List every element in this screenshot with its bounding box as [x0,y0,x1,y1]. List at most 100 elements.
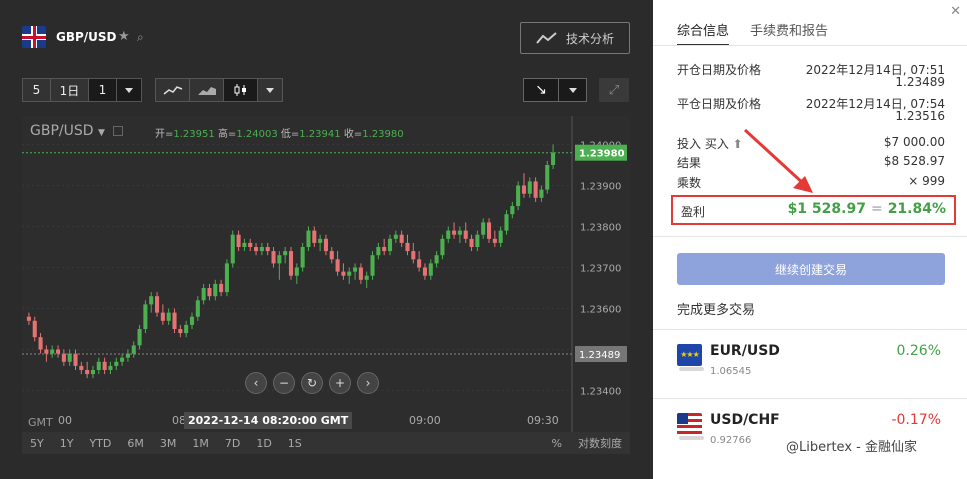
candle-body [452,230,457,235]
candle-body [300,247,305,268]
candle-body [551,152,556,165]
pair-change-usdchf: -0.17% [891,412,941,428]
candle-body [73,353,78,366]
more-trades-heading: 完成更多交易 [677,303,756,318]
range-1s[interactable]: 1S [280,437,310,450]
candle-body [318,238,323,243]
divider [653,398,967,399]
range-1d[interactable]: 1D [248,437,279,450]
candle-body [26,316,31,321]
candle-body [143,304,148,329]
continue-trade-button[interactable]: 继续创建交易 [677,253,945,285]
candle-body [358,267,363,280]
chart-panel: GBP/USD ★ ⌕ 技术分析 5 1日 1 ↘ ⤢ 1.240001.239… [0,0,653,479]
open-price: 1.23489 [895,75,945,89]
candle-body [50,349,55,354]
settings-icon[interactable] [113,126,124,136]
technical-analysis-button[interactable]: 技术分析 [520,22,630,54]
candle-body [492,238,497,243]
draw-tool-dropdown-caret[interactable] [558,79,586,101]
candle-body [411,251,416,260]
divider [653,329,967,330]
uk-flag-icon [22,26,46,48]
tab-fees-reports[interactable]: 手续费和报告 [750,20,828,39]
range-3m[interactable]: 3M [152,437,185,450]
price-chart[interactable]: 1.240001.239001.238001.237001.236001.235… [22,116,630,432]
candle-body [393,234,398,239]
fullscreen-icon[interactable]: ⤢ [599,78,629,102]
candle-body [428,263,433,276]
pair-title: GBP/USD [56,30,117,44]
candle-body [230,234,235,264]
draw-tool-group: ↘ [523,78,587,102]
scroll-right-button[interactable]: › [357,372,379,394]
candle-body [265,247,270,252]
ohlc-high: 1.24003 [236,129,278,140]
period-select[interactable]: 1日 [51,79,89,101]
close-icon[interactable]: ✕ [950,4,961,19]
candle-body [38,337,43,350]
range-7d[interactable]: 7D [217,437,248,450]
log-scale-toggle[interactable]: 对数刻度 [570,435,630,451]
candle-body [498,230,503,243]
candle-body [504,214,509,231]
profit-value: $1 528.97 [787,201,866,217]
arrow-down-right-icon[interactable]: ↘ [524,79,558,101]
range-1y[interactable]: 1Y [52,437,82,450]
interval-count[interactable]: 5 [23,79,51,101]
open-label: 开仓日期及价格 [677,63,762,77]
candle-body [323,238,328,252]
chart-type-dropdown-caret[interactable] [258,79,282,101]
timeframe-dropdown-caret[interactable] [117,79,141,101]
ohlc-low: 1.23941 [299,129,341,140]
candle-body [195,300,200,317]
candle-body [102,361,107,370]
candle-body [259,247,264,252]
candle-body [271,251,276,264]
ohlc-low-label: 低= [280,129,300,140]
y-tick-label: 1.23700 [580,264,621,275]
candle-body [85,370,90,375]
star-icon[interactable]: ★ [118,29,130,44]
candle-body [370,255,375,276]
profit-highlight: 盈利 $1 528.97 = 21.84% [671,195,956,225]
candle-body [108,365,113,370]
divider [653,45,967,46]
pair-name-eurusd[interactable]: EUR/USD [710,343,780,359]
candle-body [184,324,189,334]
range-bar: 5Y 1Y YTD 6M 3M 1M 7D 1D 1S % 对数刻度 [22,432,630,454]
zoom-out-button[interactable]: − [273,372,295,394]
pair-name-usdchf[interactable]: USD/CHF [710,412,780,428]
search-icon[interactable]: ⌕ [137,30,144,45]
area-chart-icon[interactable] [190,79,224,101]
candle-body [149,296,154,305]
candle-body [533,181,538,198]
x-tick-label: 09:00 [409,414,441,427]
ohlc-close: 1.23980 [362,129,404,140]
multiplier-label: 乘数 [677,176,702,190]
zoom-in-button[interactable]: + [329,372,351,394]
chart-symbol-select[interactable]: GBP/USD ▼ [30,123,124,139]
candle-body [32,320,37,338]
candle-body [294,267,299,276]
candle-body [55,349,61,354]
range-5y[interactable]: 5Y [22,437,52,450]
line-chart-icon[interactable] [156,79,190,101]
candle-body [527,181,532,194]
range-ytd[interactable]: YTD [81,437,119,450]
scroll-left-button[interactable]: ‹ [245,372,267,394]
percent-toggle[interactable]: % [544,437,570,450]
candle-body [387,238,393,252]
reset-button[interactable]: ↻ [301,372,323,394]
candlestick-chart-icon[interactable] [224,79,258,101]
range-6m[interactable]: 6M [119,437,152,450]
candle-body [475,234,480,247]
range-1m[interactable]: 1M [184,437,217,450]
chart-symbol-label: GBP/USD [30,123,94,139]
tab-general-info[interactable]: 综合信息 [677,20,730,46]
candle-body [213,283,218,297]
ohlc-high-label: 高= [217,129,237,140]
multiplier-select[interactable]: 1 [89,79,117,101]
candle-body [405,242,410,252]
trade-details-panel: 综合信息 手续费和报告 ✕ 开仓日期及价格 2022年12月14日, 07:51… [653,0,967,479]
